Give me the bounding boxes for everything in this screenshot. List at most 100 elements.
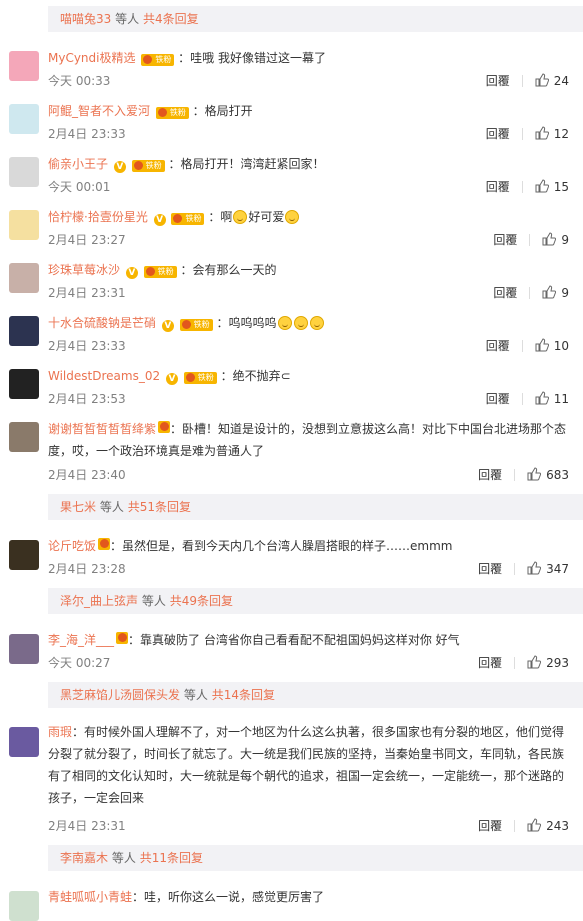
comment-actions: 回覆 12 bbox=[486, 125, 569, 142]
avatar[interactable] bbox=[9, 634, 39, 664]
reply-button[interactable]: 回覆 bbox=[478, 656, 502, 670]
comment-user[interactable]: MyCyndi极精选 bbox=[48, 51, 136, 65]
avatar[interactable] bbox=[9, 104, 39, 134]
comment-user[interactable]: WildestDreams_02 bbox=[48, 369, 160, 383]
divider bbox=[521, 340, 523, 352]
like-icon[interactable] bbox=[535, 391, 549, 405]
reply-suffix: 等人 bbox=[99, 500, 124, 514]
reply-user[interactable]: 黑芝麻馅儿汤圆保头发 bbox=[60, 688, 180, 702]
avatar[interactable] bbox=[9, 51, 39, 81]
avatar[interactable] bbox=[9, 210, 39, 240]
like-icon[interactable] bbox=[542, 232, 557, 246]
reply-button[interactable]: 回覆 bbox=[486, 392, 510, 406]
comment-time: 2月4日 23:27 bbox=[48, 233, 126, 247]
reply-button[interactable]: 回覆 bbox=[486, 339, 510, 353]
comment-user[interactable]: 论斤吃饭 bbox=[48, 539, 96, 553]
verified-badge-icon: V bbox=[165, 373, 178, 385]
reply-summary[interactable]: 喵喵兔33 等人 共4条回复 bbox=[48, 6, 583, 32]
like-icon[interactable] bbox=[527, 818, 542, 832]
divider bbox=[521, 128, 523, 140]
comment-text: ：啊 bbox=[208, 210, 233, 224]
reply-more-link[interactable]: 共4条回复 bbox=[143, 12, 199, 26]
reply-more-link[interactable]: 共14条回复 bbox=[212, 688, 275, 702]
comment-user[interactable]: 李_海_洋___ bbox=[48, 633, 114, 647]
comment-user[interactable]: 珍珠草莓冰沙 bbox=[48, 263, 120, 277]
divider bbox=[514, 469, 516, 481]
comment-actions: 回覆 9 bbox=[493, 231, 569, 248]
reply-button[interactable]: 回覆 bbox=[493, 286, 517, 300]
comment-time: 2月4日 23:33 bbox=[48, 339, 126, 353]
reply-summary[interactable]: 黑芝麻馅儿汤圆保头发 等人 共14条回复 bbox=[48, 682, 583, 708]
like-count: 11 bbox=[553, 392, 569, 406]
like-icon[interactable] bbox=[535, 73, 549, 87]
avatar[interactable] bbox=[9, 263, 39, 293]
like-icon[interactable] bbox=[527, 561, 542, 575]
reply-more-link[interactable]: 共51条回复 bbox=[128, 500, 191, 514]
sad-emoji-icon bbox=[293, 316, 308, 330]
divider bbox=[521, 393, 523, 405]
fan-badge: 铁粉 bbox=[131, 160, 165, 172]
comment-actions: 回覆 11 bbox=[486, 390, 569, 407]
comment-time: 2月4日 23:33 bbox=[48, 127, 126, 141]
comment-user[interactable]: 十水合硫酸钠是芒硝 bbox=[48, 316, 156, 330]
avatar[interactable] bbox=[9, 369, 39, 399]
sad-emoji-icon bbox=[277, 316, 292, 330]
comment-user[interactable]: 偷亲小王子 bbox=[48, 157, 108, 171]
reply-user[interactable]: 泽尔_曲上弦声 bbox=[60, 594, 138, 608]
comment-text: ：有时候外国人理解不了，对一个地区为什么这么执著，很多国家也有分裂的地区，他们觉… bbox=[48, 725, 565, 805]
reply-more-link[interactable]: 共11条回复 bbox=[140, 851, 203, 865]
like-icon[interactable] bbox=[527, 467, 542, 481]
comment-user[interactable]: 雨瑕 bbox=[48, 725, 72, 739]
fan-badge: 铁粉 bbox=[179, 319, 213, 331]
fan-badge bbox=[116, 632, 129, 644]
verified-badge-icon: V bbox=[113, 161, 126, 173]
reply-button[interactable]: 回覆 bbox=[478, 468, 502, 482]
comment-text: ：哇，听你这么一说，感觉更厉害了 bbox=[132, 890, 325, 904]
reply-more-link[interactable]: 共49条回复 bbox=[170, 594, 233, 608]
divider bbox=[521, 75, 523, 87]
reply-summary[interactable]: 泽尔_曲上弦声 等人 共49条回复 bbox=[48, 588, 583, 614]
comment-time: 2月4日 23:31 bbox=[48, 819, 126, 833]
comment-user[interactable]: 青蛙呱呱小青蛙 bbox=[48, 890, 132, 904]
avatar[interactable] bbox=[9, 540, 39, 570]
like-icon[interactable] bbox=[535, 179, 549, 193]
comment-user[interactable]: 恰柠檬·拾壹份星光 bbox=[48, 210, 148, 224]
reply-button[interactable]: 回覆 bbox=[493, 233, 517, 247]
comment-text: ：绝不抛弃⊂ bbox=[220, 369, 291, 383]
avatar[interactable] bbox=[9, 422, 39, 452]
reply-summary[interactable]: 李南嘉木 等人 共11条回复 bbox=[48, 845, 583, 871]
reply-button[interactable]: 回覆 bbox=[486, 74, 510, 88]
reply-suffix: 等人 bbox=[141, 594, 166, 608]
reply-user[interactable]: 果七米 bbox=[60, 500, 96, 514]
avatar[interactable] bbox=[9, 316, 39, 346]
avatar[interactable] bbox=[9, 157, 39, 187]
like-icon[interactable] bbox=[535, 126, 549, 140]
reply-user[interactable]: 喵喵兔33 bbox=[60, 12, 111, 26]
reply-button[interactable]: 回覆 bbox=[486, 180, 510, 194]
comment-user[interactable]: 阿鲲_智者不入爱河 bbox=[48, 104, 150, 118]
verified-badge-icon: V bbox=[161, 320, 174, 332]
reply-user[interactable]: 李南嘉木 bbox=[60, 851, 108, 865]
divider bbox=[514, 657, 516, 669]
like-icon[interactable] bbox=[527, 655, 542, 669]
comment-line: WildestDreams_02 V 铁粉 ：绝不抛弃⊂ bbox=[48, 366, 569, 386]
comment-text: ：呜呜呜呜 bbox=[216, 316, 277, 330]
like-icon[interactable] bbox=[542, 285, 557, 299]
comment-user[interactable]: 谢谢皙皙皙皙皙绛紫 bbox=[48, 422, 156, 436]
reply-button[interactable]: 回覆 bbox=[486, 127, 510, 141]
like-count: 293 bbox=[546, 656, 569, 670]
comment-actions: 回覆 293 bbox=[478, 654, 569, 671]
comment-line: 青蛙呱呱小青蛙：哇，听你这么一说，感觉更厉害了 bbox=[48, 887, 569, 907]
like-icon[interactable] bbox=[535, 338, 549, 352]
comment-text: ：格局打开！湾湾赶紧回家！ bbox=[168, 157, 325, 171]
comment-text: ：哇哦 我好像错过这一幕了 bbox=[178, 51, 326, 65]
reply-summary[interactable]: 果七米 等人 共51条回复 bbox=[48, 494, 583, 520]
avatar[interactable] bbox=[9, 727, 39, 757]
reply-button[interactable]: 回覆 bbox=[478, 562, 502, 576]
like-count: 9 bbox=[561, 233, 569, 247]
comment-actions: 回覆 9 bbox=[493, 284, 569, 301]
comment-text: ：靠真破防了 台湾省你自己看看配不配祖国妈妈这样对你 好气 bbox=[128, 633, 460, 647]
reply-button[interactable]: 回覆 bbox=[478, 819, 502, 833]
avatar[interactable] bbox=[9, 891, 39, 921]
fan-badge: 铁粉 bbox=[155, 107, 189, 119]
